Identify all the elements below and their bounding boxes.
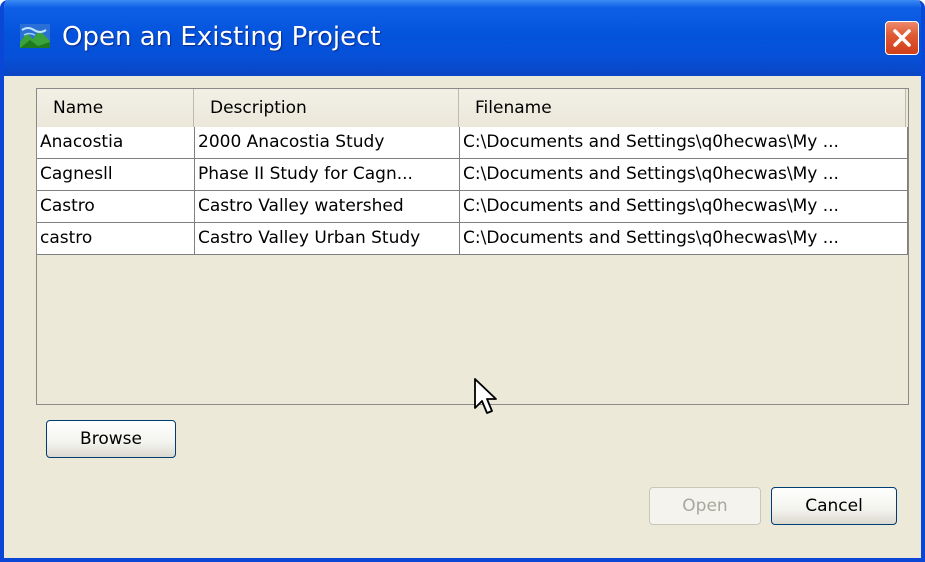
open-button[interactable]: Open	[649, 487, 761, 525]
cell-name: Cagnesll	[37, 159, 195, 191]
cell-filename: C:\Documents and Settings\q0hecwas\My ..…	[460, 223, 908, 255]
cell-filename: C:\Documents and Settings\q0hecwas\My ..…	[460, 191, 908, 223]
dialog-window: Open an Existing Project Name Descriptio…	[0, 0, 925, 562]
cell-description: 2000 Anacostia Study	[195, 127, 460, 159]
table-row[interactable]: Cagnesll Phase II Study for Cagn... C:\D…	[37, 159, 908, 191]
column-header-description[interactable]: Description	[194, 89, 459, 127]
cell-name: Castro	[37, 191, 195, 223]
cell-filename: C:\Documents and Settings\q0hecwas\My ..…	[460, 159, 908, 191]
table-row[interactable]: castro Castro Valley Urban Study C:\Docu…	[37, 223, 908, 255]
column-header-name[interactable]: Name	[37, 89, 194, 127]
cell-description: Castro Valley Urban Study	[195, 223, 460, 255]
mouse-pointer-icon	[474, 378, 497, 414]
browse-button[interactable]: Browse	[46, 420, 176, 458]
close-button[interactable]	[885, 21, 919, 55]
table-header: Name Description Filename	[37, 89, 908, 127]
cancel-button[interactable]: Cancel	[771, 487, 897, 525]
title-bar[interactable]: Open an Existing Project	[4, 0, 921, 76]
projects-table[interactable]: Name Description Filename Anacostia 2000…	[36, 88, 909, 405]
dialog-body: Name Description Filename Anacostia 2000…	[4, 76, 921, 558]
close-icon	[893, 29, 911, 47]
cell-name: castro	[37, 223, 195, 255]
column-header-filename[interactable]: Filename	[459, 89, 906, 127]
table-row[interactable]: Anacostia 2000 Anacostia Study C:\Docume…	[37, 127, 908, 159]
cell-description: Castro Valley watershed	[195, 191, 460, 223]
table-row[interactable]: Castro Castro Valley watershed C:\Docume…	[37, 191, 908, 223]
cell-name: Anacostia	[37, 127, 195, 159]
window-title: Open an Existing Project	[62, 22, 381, 52]
project-app-icon	[20, 24, 50, 48]
cell-filename: C:\Documents and Settings\q0hecwas\My ..…	[460, 127, 908, 159]
cell-description: Phase II Study for Cagn...	[195, 159, 460, 191]
